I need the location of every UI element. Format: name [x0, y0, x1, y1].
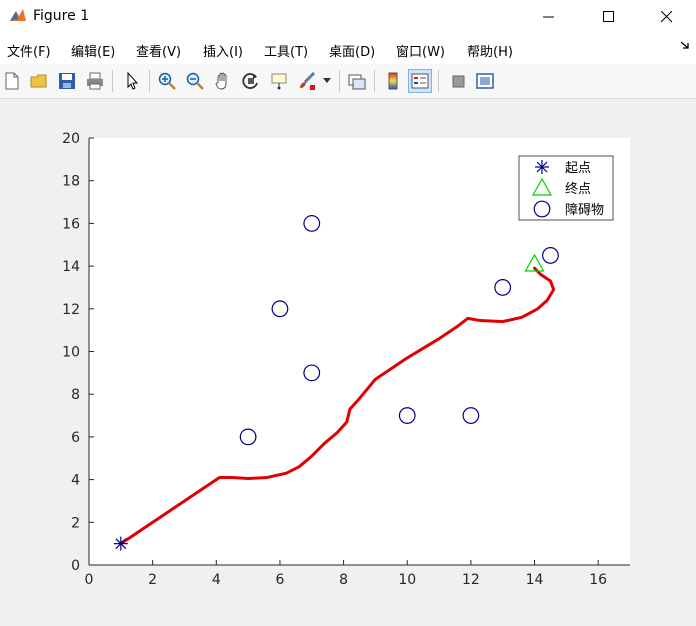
save-icon — [59, 73, 75, 89]
close-icon — [661, 11, 673, 23]
brush-options-dropdown[interactable] — [320, 69, 334, 93]
matlab-logo-icon — [10, 9, 26, 21]
minimize-icon — [543, 16, 554, 18]
menu-tools[interactable]: 工具(T) — [264, 41, 308, 60]
show-plot-tools-icon — [476, 73, 494, 89]
x-tick-label: 10 — [398, 572, 416, 588]
minimize-button[interactable] — [524, 0, 574, 34]
show-plot-tools-button[interactable] — [473, 69, 497, 93]
legend-entry-label: 障碍物 — [565, 203, 604, 218]
menu-view[interactable]: 查看(V) — [136, 41, 181, 60]
y-tick-label: 16 — [62, 216, 80, 232]
start-marker — [113, 536, 128, 551]
x-tick-label: 2 — [148, 572, 157, 588]
new-figure-button[interactable] — [0, 69, 24, 93]
data-cursor-icon — [271, 73, 287, 90]
save-button[interactable] — [55, 69, 79, 93]
menu-file[interactable]: 文件(F) — [7, 41, 51, 60]
print-icon — [87, 72, 103, 90]
rotate-3d-button[interactable] — [239, 69, 263, 93]
data-cursor-button[interactable] — [267, 69, 291, 93]
link-plot-icon — [348, 74, 366, 90]
edit-plot-button[interactable] — [120, 69, 144, 93]
x-tick-label: 8 — [339, 572, 348, 588]
menu-help[interactable]: 帮助(H) — [467, 41, 513, 60]
close-button[interactable] — [642, 0, 692, 34]
pan-button[interactable] — [211, 69, 235, 93]
print-button[interactable] — [83, 69, 107, 93]
menu-bar: 文件(F) 编辑(E) 查看(V) 插入(I) 工具(T) 桌面(D) 窗口(W… — [0, 34, 696, 64]
y-tick-label: 4 — [71, 473, 80, 489]
window-title: Figure 1 — [33, 8, 90, 24]
rotate-3d-icon — [242, 73, 258, 89]
x-tick-label: 4 — [212, 572, 221, 588]
insert-legend-button[interactable] — [408, 69, 432, 93]
y-tick-label: 18 — [62, 174, 80, 190]
open-file-button[interactable] — [27, 69, 51, 93]
figure-canvas-area: 0 2 4 6 8 10 12 14 16 0 2 4 6 8 10 12 14 16 18 20 起点终点障碍物 — [0, 99, 696, 622]
menu-insert[interactable]: 插入(I) — [203, 41, 243, 60]
y-tick-label: 12 — [62, 302, 80, 318]
y-tick-label: 8 — [71, 387, 80, 403]
zoom-out-icon — [186, 72, 204, 90]
legend: 起点终点障碍物 — [518, 155, 614, 221]
x-tick-label: 16 — [589, 572, 607, 588]
colorbar-icon — [388, 72, 398, 90]
hide-plot-tools-button[interactable] — [446, 69, 470, 93]
title-bar: Figure 1 — [0, 0, 696, 34]
x-tick-label: 0 — [85, 572, 94, 588]
axes-plot[interactable]: 0 2 4 6 8 10 12 14 16 0 2 4 6 8 10 12 14 16 18 20 起点终点障碍物 — [0, 99, 696, 622]
link-plot-button[interactable] — [345, 69, 369, 93]
y-tick-label: 14 — [62, 259, 80, 275]
menu-edit[interactable]: 编辑(E) — [71, 41, 115, 60]
new-figure-icon — [5, 72, 19, 90]
maximize-icon — [603, 11, 614, 22]
maximize-button[interactable] — [584, 0, 634, 34]
insert-colorbar-button[interactable] — [381, 69, 405, 93]
legend-entry-label: 终点 — [565, 181, 591, 197]
zoom-in-button[interactable] — [155, 69, 179, 93]
x-tick-label: 14 — [526, 572, 544, 588]
y-tick-label: 20 — [62, 131, 80, 147]
x-tick-label: 6 — [275, 572, 284, 588]
figure-toolbar — [0, 64, 696, 99]
hide-plot-tools-icon — [452, 75, 465, 88]
chevron-down-icon — [323, 78, 331, 83]
legend-icon — [411, 73, 429, 89]
y-tick-label: 6 — [71, 430, 80, 446]
menu-desktop[interactable]: 桌面(D) — [329, 41, 375, 60]
zoom-in-icon — [158, 72, 176, 90]
y-tick-label: 10 — [62, 345, 80, 361]
legend-entry-label: 起点 — [565, 161, 591, 176]
y-tick-label: 0 — [71, 558, 80, 574]
brush-icon — [300, 71, 316, 90]
legend-marker — [535, 160, 549, 174]
y-tick-label: 2 — [71, 515, 80, 531]
zoom-out-button[interactable] — [183, 69, 207, 93]
open-file-icon — [30, 74, 47, 88]
pan-icon — [215, 72, 227, 90]
brush-button[interactable] — [295, 69, 319, 93]
x-tick-label: 12 — [462, 572, 480, 588]
pointer-icon — [127, 71, 139, 90]
menu-window[interactable]: 窗口(W) — [396, 41, 445, 60]
dock-figure-icon[interactable] — [680, 40, 690, 50]
